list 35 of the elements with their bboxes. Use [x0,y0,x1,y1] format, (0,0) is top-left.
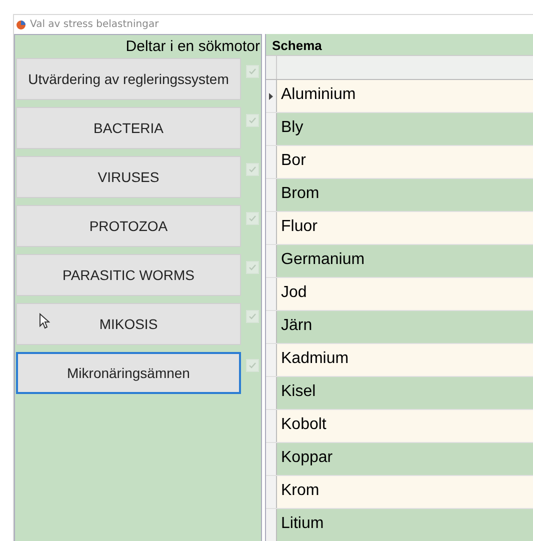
checkbox[interactable] [246,114,259,127]
checkbox[interactable] [246,359,259,372]
current-row-icon [269,92,273,100]
panel-heading: Deltar i en sökmotor [124,37,261,57]
checkbox[interactable] [246,310,259,323]
table-cell[interactable]: Krom [277,476,533,508]
checkmark-icon [248,116,257,125]
category-button[interactable]: Mikronäringsämnen [16,352,241,394]
checkbox[interactable] [246,163,259,176]
mouse-pointer-icon [39,313,50,329]
table-cell[interactable]: Aluminium [277,80,533,112]
category-button[interactable]: Utvärdering av regleringssystem [16,58,241,100]
table-cell[interactable]: Fluor [277,212,533,244]
app-icon [16,20,26,30]
checkmark-icon [248,263,257,272]
checkmark-icon [248,361,257,370]
grid-title: Schema [271,37,323,55]
checkmark-icon [248,165,257,174]
checkbox[interactable] [246,261,259,274]
checkmark-icon [248,214,257,223]
table-cell[interactable]: Bor [277,146,533,178]
table-cell[interactable]: Kobolt [277,410,533,442]
category-button[interactable]: PROTOZOA [16,205,241,247]
checkmark-icon [248,67,257,76]
category-button[interactable]: BACTERIA [16,107,241,149]
checkbox[interactable] [246,65,259,78]
category-button[interactable]: MIKOSIS [16,303,241,345]
checkbox[interactable] [246,212,259,225]
category-button[interactable]: VIRUSES [16,156,241,198]
table-cell[interactable]: Kadmium [277,344,533,376]
category-button[interactable]: PARASITIC WORMS [16,254,241,296]
row-header[interactable] [266,80,277,112]
window-title: Val av stress belastningar [30,19,159,30]
table-cell[interactable]: Jod [277,278,533,310]
checkmark-icon [248,312,257,321]
